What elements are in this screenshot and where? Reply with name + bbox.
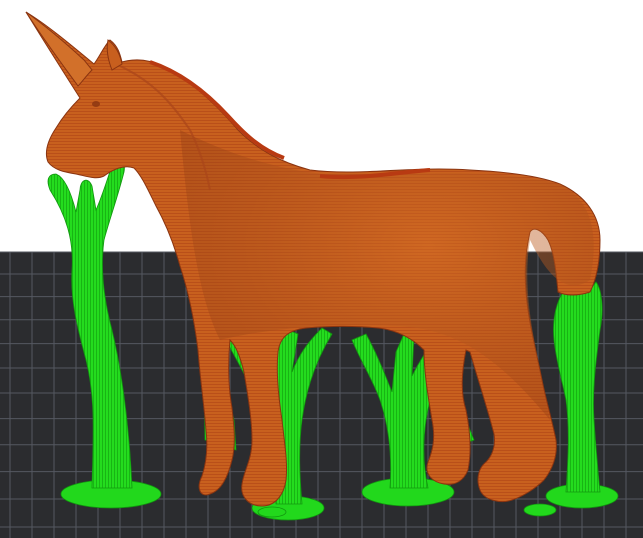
unicorn-eye (92, 101, 100, 107)
viewport-canvas[interactable] (0, 0, 643, 538)
slice-preview-viewport[interactable] (0, 0, 643, 538)
support-small-base (257, 506, 287, 518)
